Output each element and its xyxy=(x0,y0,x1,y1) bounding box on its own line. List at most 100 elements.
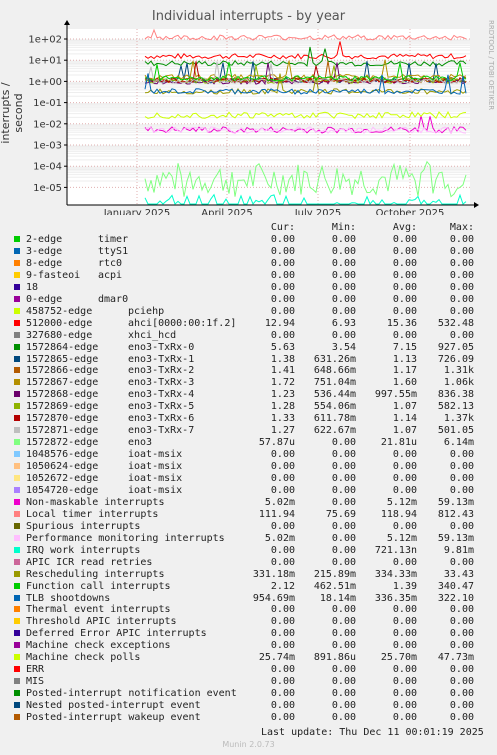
legend-max: 0.00 xyxy=(449,520,474,532)
legend-min: 0.00 xyxy=(331,544,356,556)
legend-cur: 0.00 xyxy=(270,234,295,245)
legend-irq: TLB shootdowns xyxy=(26,592,111,604)
legend-row: 1048576-edge ioat-msix 0.00 0.00 0.00 0.00 xyxy=(0,449,497,461)
last-update: Last update: Thu Dec 11 00:01:19 2025 xyxy=(261,727,484,738)
legend-cur: 25.74m xyxy=(258,652,295,664)
legend-device: eno3-TxRx-2 xyxy=(128,365,195,377)
legend-swatch xyxy=(14,714,20,720)
legend-swatch xyxy=(14,427,20,434)
legend-avg: 0.00 xyxy=(392,281,417,293)
legend-cur: 12.94 xyxy=(264,317,295,329)
y-tick-label: 1e-02 xyxy=(33,119,62,130)
legend-min: 891.86u xyxy=(313,652,356,664)
legend-row: Spurious interrupts 0.00 0.00 0.00 0.00 xyxy=(0,521,497,533)
legend-row: Deferred Error APIC interrupts 0.00 0.00 0.… xyxy=(0,628,497,640)
legend-cur: 1.28 xyxy=(270,401,295,413)
legend-max: 1.06k xyxy=(443,377,474,389)
legend-irq: 327680-edge xyxy=(26,329,93,341)
legend-avg: 0.00 xyxy=(392,473,417,484)
legend-row: Machine check exceptions 0.00 0.00 0.00 0.00 xyxy=(0,640,497,652)
legend-row: 1054720-edge ioat-msix 0.00 0.00 0.00 0.00 xyxy=(0,485,497,497)
legend-irq: 1572866-edge xyxy=(26,365,99,377)
legend-irq: Function call interrupts xyxy=(26,580,171,592)
legend-label: Function call interrupts xyxy=(26,581,171,593)
legend-row: 327680-edge xhci_hcd 0.00 0.00 0.00 0.00 xyxy=(0,330,497,342)
legend-max: 59.13m xyxy=(437,532,474,544)
legend-avg: 1.07 xyxy=(392,425,417,437)
legend-irq: Machine check exceptions xyxy=(26,640,171,652)
legend-row: Function call interrupts 2.12 462.51m 1.39 3… xyxy=(0,581,497,593)
legend-irq: MIS xyxy=(26,676,45,688)
legend-device: ahci[0000:00:1f.2] xyxy=(128,317,237,329)
legend-max: 0.00 xyxy=(449,640,474,652)
legend-irq: 512000-edge xyxy=(26,317,93,329)
legend-max: 0.00 xyxy=(449,484,474,496)
x-tick-label: January 2025 xyxy=(103,208,171,215)
legend-row: Local timer interrupts 111.94 75.69 118.94 8… xyxy=(0,509,497,521)
legend-device: pciehp xyxy=(128,305,165,317)
legend-avg: 0.00 xyxy=(392,234,417,245)
legend-irq: 1572871-edge xyxy=(26,425,99,437)
legend-max: 9.81m xyxy=(443,544,474,556)
legend-swatch xyxy=(14,666,20,673)
legend-max: 33.43 xyxy=(443,568,474,580)
legend-cur: 1.41 xyxy=(270,365,295,377)
legend-swatch xyxy=(14,558,20,565)
legend-avg: 1.14 xyxy=(392,413,417,425)
legend-min: 0.00 xyxy=(331,461,356,473)
legend-cur: 0.00 xyxy=(270,604,295,616)
legend-avg: 334.33m xyxy=(374,568,417,580)
legend-cur: 0.00 xyxy=(270,293,295,305)
legend-label: 458752-edge pciehp xyxy=(26,306,164,318)
legend-min: 554.06m xyxy=(313,401,356,413)
legend-row: 1052672-edge ioat-msix 0.00 0.00 0.00 0.00 xyxy=(0,473,497,485)
legend-irq: Deferred Error APIC interrupts xyxy=(26,628,207,640)
legend-avg: 118.94 xyxy=(380,508,417,520)
legend-irq: Performance monitoring interrupts xyxy=(26,532,225,544)
legend-min: 75.69 xyxy=(325,508,356,520)
legend-row: 0-edge dmar0 0.00 0.00 0.00 0.00 xyxy=(0,294,497,306)
legend-irq: IRQ work interrupts xyxy=(26,544,141,556)
legend-swatch xyxy=(14,582,20,589)
legend-max: 0.00 xyxy=(449,305,474,317)
legend-max: 836.38 xyxy=(437,389,474,401)
legend-cur: 0.00 xyxy=(270,449,295,461)
legend-swatch xyxy=(14,702,20,709)
legend-label: APIC ICR read retries xyxy=(26,557,152,569)
legend-label: 1572864-edge eno3-TxRx-0 xyxy=(26,342,194,354)
legend-max: 0.00 xyxy=(449,329,474,341)
legend-max: 47.73m xyxy=(437,652,474,664)
legend-avg: 0.00 xyxy=(392,329,417,341)
legend-label: 512000-edge ahci[0000:00:1f.2] xyxy=(26,317,236,330)
legend-irq: Spurious interrupts xyxy=(26,520,141,532)
legend-label: 327680-edge xhci_hcd xyxy=(26,329,176,342)
legend-max: 582.13 xyxy=(437,401,474,413)
legend-irq: ERR xyxy=(26,664,45,676)
legend-irq: 1572867-edge xyxy=(26,377,99,389)
legend-swatch xyxy=(14,546,20,553)
legend-min: 0.00 xyxy=(331,329,356,341)
legend-swatch xyxy=(14,690,20,697)
y-tick-label: 1e+01 xyxy=(28,56,62,67)
y-tick-label: 1e-03 xyxy=(33,141,62,152)
legend-label: 1572869-edge eno3-TxRx-5 xyxy=(26,401,194,413)
legend-cur: 0.00 xyxy=(270,329,295,341)
legend-label: 0-edge dmar0 xyxy=(26,294,128,306)
col-max-header: Max: xyxy=(449,222,474,233)
legend-swatch xyxy=(14,486,20,493)
legend-avg: 0.00 xyxy=(392,688,417,700)
legend-avg: 0.00 xyxy=(392,461,417,473)
legend-label: Machine check exceptions xyxy=(26,640,171,652)
legend-irq: Rescheduling interrupts xyxy=(26,568,165,580)
legend-row: Machine check polls 25.74m 891.86u 25.70m 47… xyxy=(0,652,497,664)
legend-min: 0.00 xyxy=(331,281,356,293)
legend-label: 9-fasteoi acpi xyxy=(26,270,122,282)
legend-row: IRQ work interrupts 0.00 0.00 721.13n 9.81m xyxy=(0,545,497,557)
legend-swatch xyxy=(14,522,20,529)
legend-row: 512000-edge ahci[0000:00:1f.2] 12.94 6.93 15… xyxy=(0,318,497,330)
legend-min: 622.67m xyxy=(313,425,356,437)
legend-label: 1572870-edge eno3-TxRx-6 xyxy=(26,413,194,425)
legend-max: 0.00 xyxy=(449,234,474,245)
legend-cur: 954.69m xyxy=(252,592,295,604)
legend-device: rtc0 xyxy=(98,257,123,269)
